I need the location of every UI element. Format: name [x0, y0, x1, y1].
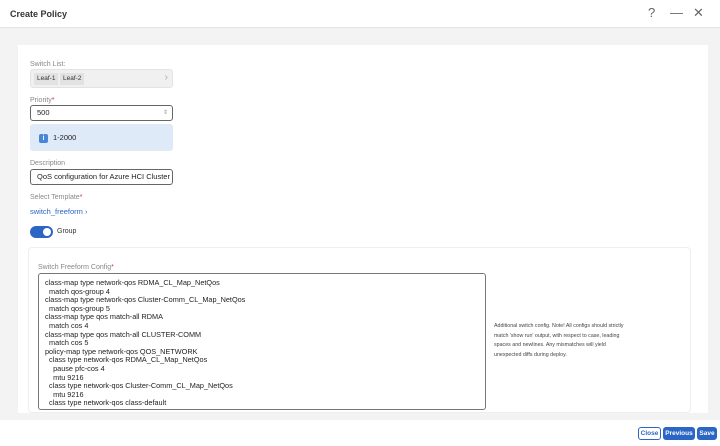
close-button[interactable]: Close [638, 427, 661, 440]
dialog-title: Create Policy [10, 9, 68, 19]
description-label: Description [30, 160, 66, 167]
info-icon: i [39, 134, 48, 143]
priority-label: Priority* [30, 97, 55, 104]
priority-input[interactable]: 500 ⇕ [30, 105, 173, 121]
help-icon[interactable]: ? [648, 5, 655, 20]
stepper-icon[interactable]: ⇕ [163, 106, 168, 120]
template-label: Select Template* [30, 194, 83, 201]
group-label: Group [57, 228, 77, 235]
switch-chip: Leaf-1 [34, 73, 59, 85]
previous-button[interactable]: Previous [663, 427, 695, 440]
switch-list-field[interactable]: Leaf-1 Leaf-2 › [30, 69, 173, 88]
group-toggle[interactable] [30, 226, 53, 238]
range-text: 1-2000 [53, 133, 77, 142]
dialog-footer [0, 420, 720, 446]
dialog-header: Create Policy ? — ✕ [0, 0, 720, 28]
close-icon[interactable]: ✕ [693, 5, 704, 21]
switch-list-label: Switch List: [30, 61, 66, 68]
switch-chip: Leaf-2 [60, 73, 85, 85]
config-help-text: Additional switch config. Note! All conf… [494, 323, 624, 358]
priority-range-info: i 1-2000 [30, 124, 173, 151]
config-textarea[interactable]: class-map type network-qos RDMA_CL_Map_N… [38, 273, 486, 410]
chevron-right-icon[interactable]: › [165, 72, 168, 83]
template-link[interactable]: switch_freeform › [30, 207, 88, 216]
minimize-icon[interactable]: — [670, 5, 683, 20]
description-input[interactable]: QoS configuration for Azure HCI Cluster [30, 169, 173, 185]
config-label: Switch Freeform Config* [38, 264, 114, 271]
save-button[interactable]: Save [697, 427, 717, 440]
